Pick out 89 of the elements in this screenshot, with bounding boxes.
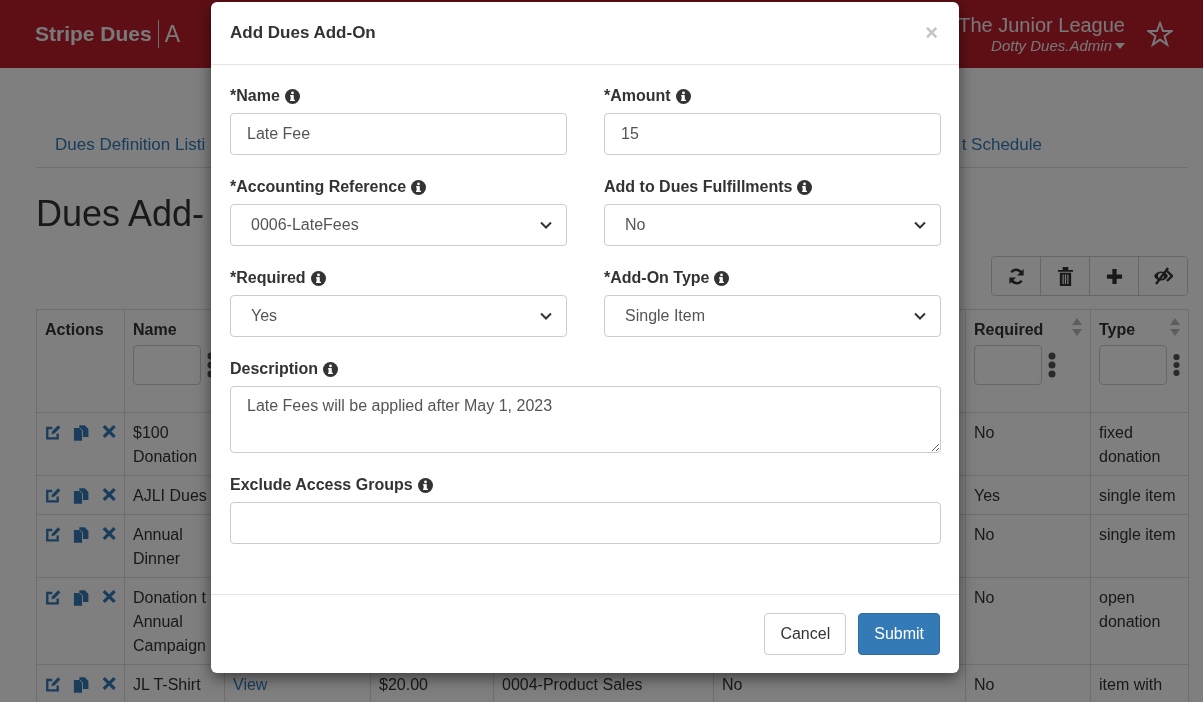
kebab-icon[interactable] [1173,352,1180,378]
toolbar-button[interactable] [1138,257,1187,295]
dialog-title: Add Dues Add-On [230,23,376,43]
sort-icon[interactable] [1170,318,1180,336]
table-cell: AJLI Dues [133,487,207,504]
user-menu[interactable]: Dotty Dues.Admin [991,37,1125,54]
nav-link[interactable]: t Schedule [961,126,1061,167]
field-label: *Required [230,268,306,288]
table-cell: Annual Dinner [133,526,183,567]
table-cell: single item [1099,526,1176,543]
column-header[interactable]: Name [133,318,177,342]
field-label: *Accounting Reference [230,177,407,197]
textarea-field[interactable]: Late Fees will be applied after May 1, 2023 [230,386,941,453]
eye-slash-icon [1153,267,1173,285]
view-link[interactable]: View [233,676,268,693]
brand-title[interactable]: Stripe Dues [35,20,159,48]
edit-icon[interactable] [45,589,62,606]
copy-icon[interactable] [73,526,90,543]
table-cell: No [722,676,743,693]
info-icon [411,179,427,195]
field-label: Exclude Access Groups [230,475,413,495]
plus-icon [1105,267,1123,285]
trash-icon [1056,266,1074,286]
chevron-icon [540,312,552,320]
page-heading: A [163,20,181,48]
delete-icon[interactable] [101,526,116,541]
delete-icon[interactable] [101,589,116,604]
caret-icon [1115,42,1125,49]
table-cell: open donation [1099,589,1161,630]
table-cell: single item [1099,487,1176,504]
table-cell: No [974,526,995,543]
page-title: Dues Add- [36,192,205,236]
table-cell: No [974,589,995,606]
info-icon [797,179,813,195]
copy-icon[interactable] [73,589,90,606]
chevron-icon [914,312,926,320]
field-label: Add to Dues Fulfillments [604,177,793,197]
delete-icon[interactable] [101,424,116,439]
select-field[interactable]: Yes [230,295,567,337]
sort-icon[interactable] [1072,318,1082,336]
field-label: Description [230,359,318,379]
info-icon [675,88,691,104]
table-cell: item with [1099,676,1163,693]
column-header: Actions [45,320,104,340]
info-icon [284,88,300,104]
star-icon[interactable] [1147,21,1173,47]
input-field[interactable]: 15 [604,113,941,155]
refresh-icon [1006,266,1026,286]
select-field[interactable]: No [604,204,941,246]
info-icon [310,270,326,286]
input-field[interactable] [230,502,941,544]
table-cell: JL T-Shirt [133,676,201,693]
column-header[interactable]: Required [974,318,1044,342]
filter-field[interactable] [974,345,1042,385]
edit-icon[interactable] [45,487,62,504]
table-cell: $100 Donation [133,424,198,465]
table-cell: Yes [974,487,1001,504]
cancel-button[interactable]: Cancel [764,613,847,655]
select-field[interactable]: 0006-LateFees [230,204,567,246]
table-cell: $20.00 [379,676,428,693]
info-icon [323,361,338,377]
table-cell: Donation t Annual Campaign [133,589,206,654]
copy-icon[interactable] [73,676,90,693]
field-label: *Amount [604,86,671,106]
select-field[interactable]: Single Item [604,295,941,337]
kebab-icon[interactable] [1048,352,1056,378]
edit-icon[interactable] [45,526,62,543]
field-label: *Name [230,86,280,106]
organization-name: The Junior League [958,14,1125,37]
delete-icon[interactable] [101,487,116,502]
edit-icon[interactable] [45,424,62,441]
column-header[interactable]: Type [1099,318,1136,342]
field-label: *Add-On Type [604,268,710,288]
copy-icon[interactable] [73,424,90,441]
filter-field[interactable] [1099,345,1167,385]
table-cell: fixed donation [1099,424,1161,465]
input-field[interactable]: Late Fee [230,113,567,155]
delete-icon[interactable] [101,676,116,691]
copy-icon[interactable] [73,487,90,504]
table-cell: No [974,676,995,693]
chevron-icon [540,221,552,229]
table-cell: 0004-Product Sales [502,676,643,693]
filter-field[interactable] [133,345,201,385]
edit-icon[interactable] [45,676,62,693]
chevron-icon [914,221,926,229]
table-cell: No [974,424,995,441]
submit-button[interactable]: Submit [858,613,940,655]
info-icon [417,477,433,493]
info-icon [714,270,730,286]
